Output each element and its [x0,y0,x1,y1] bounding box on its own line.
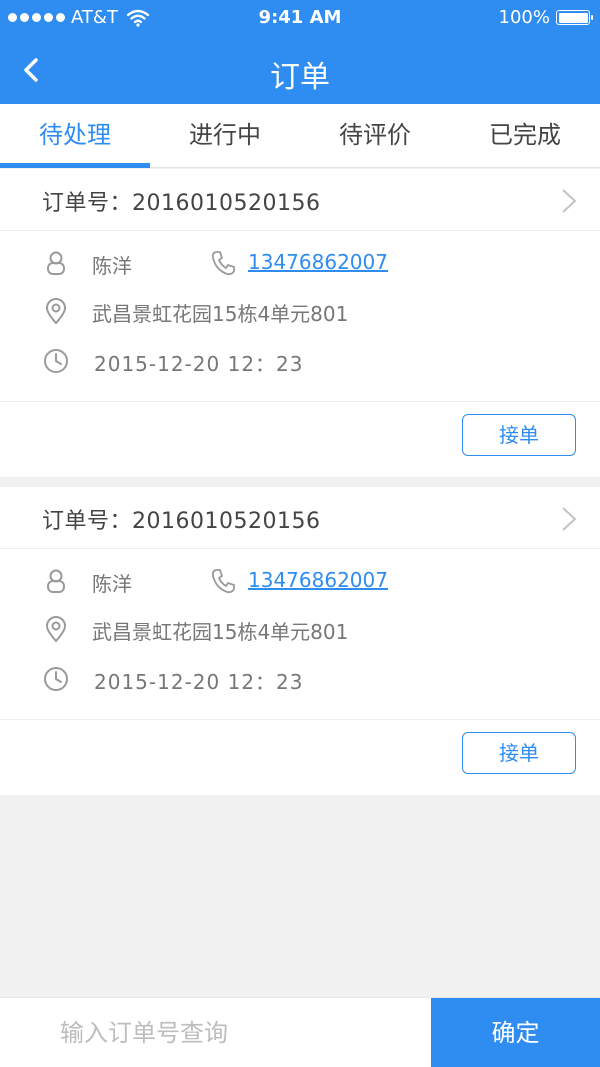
order-number: 订单号：2016010520156 [42,509,321,534]
address-row: 武昌景虹花园15栋4单元801 [0,609,600,649]
location-pin-icon [45,298,67,325]
battery-percent: 100% [498,7,550,28]
accept-order-button[interactable]: 接单 [462,414,576,456]
customer-name: 陈洋 [92,254,132,278]
order-footer: 接单 [0,719,600,795]
order-header[interactable]: 订单号：2016010520156 [0,487,600,549]
confirm-button[interactable]: 确定 [431,998,600,1067]
time-row: 2015-12-20 12：23 [0,659,600,699]
tab-completed[interactable]: 已完成 [450,104,600,167]
order-time: 2015-12-20 12：23 [94,670,304,694]
phone-icon [211,569,235,594]
tab-in-progress[interactable]: 进行中 [150,104,300,167]
status-right: 100% [498,7,593,28]
bottom-search-bar: 确定 [0,997,600,1067]
accept-order-button[interactable]: 接单 [462,732,576,774]
chevron-right-icon [562,507,577,531]
chevron-right-icon [562,189,577,213]
order-number: 订单号：2016010520156 [42,191,321,216]
tab-pending[interactable]: 待处理 [0,104,150,168]
user-icon [47,251,65,275]
address-text: 武昌景虹花园15栋4单元801 [92,302,349,326]
clock-icon [44,667,68,691]
status-bar: AT&T 9:41 AM 100% [0,0,600,36]
phone-number-link[interactable]: 13476862007 [248,568,388,592]
contact-row: 陈洋 13476862007 [0,243,600,283]
order-footer: 接单 [0,401,600,477]
user-icon [47,569,65,593]
phone-icon [211,251,235,276]
customer-name: 陈洋 [92,572,132,596]
battery-icon [556,10,593,25]
order-header[interactable]: 订单号：2016010520156 [0,169,600,231]
order-search-input[interactable] [0,998,431,1067]
order-time: 2015-12-20 12：23 [94,352,304,376]
order-tabs: 待处理 进行中 待评价 已完成 [0,104,600,168]
order-card: 订单号：2016010520156 陈洋 13476862007 武昌景虹花园1… [0,487,600,795]
location-pin-icon [45,616,67,643]
time-row: 2015-12-20 12：23 [0,341,600,381]
page-title: 订单 [270,60,330,95]
address-row: 武昌景虹花园15栋4单元801 [0,291,600,331]
phone-number-link[interactable]: 13476862007 [248,250,388,274]
tab-to-review[interactable]: 待评价 [300,104,450,167]
clock-icon [44,349,68,373]
contact-row: 陈洋 13476862007 [0,561,600,601]
header: AT&T 9:41 AM 100% 订单 [0,0,600,104]
address-text: 武昌景虹花园15栋4单元801 [92,620,349,644]
order-card: 订单号：2016010520156 陈洋 13476862007 武昌景虹花园1… [0,169,600,477]
